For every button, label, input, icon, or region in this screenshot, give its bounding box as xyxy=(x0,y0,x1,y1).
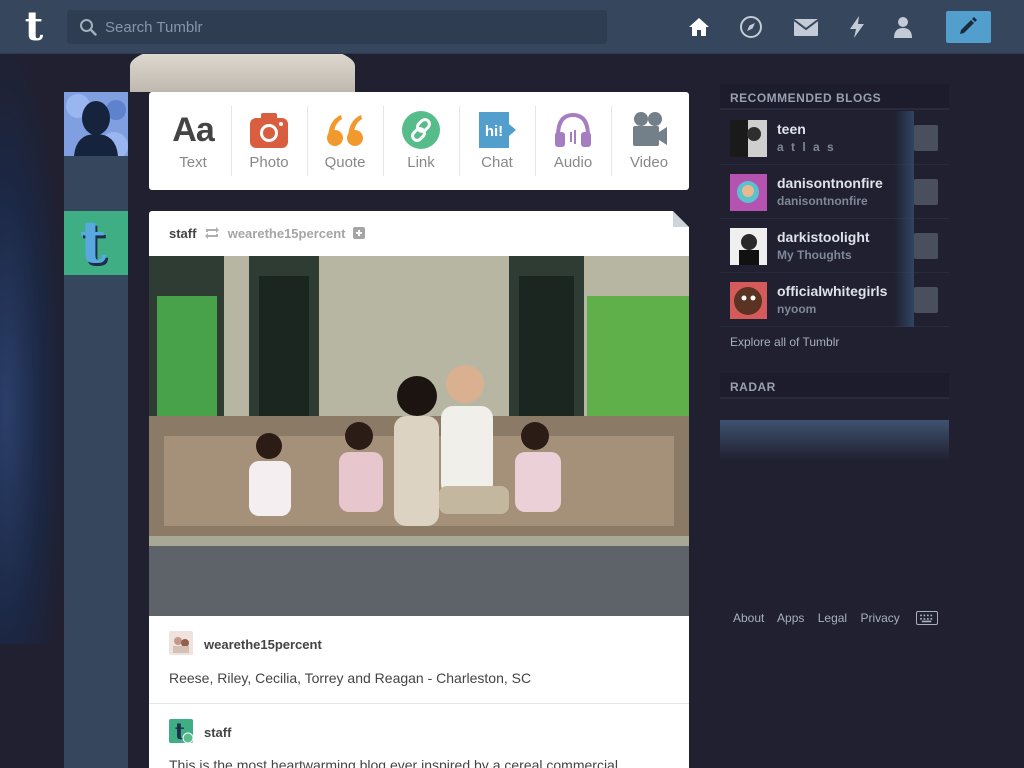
post-type-label: Text xyxy=(179,154,207,171)
post-type-label: Audio xyxy=(553,154,593,171)
footer-link-privacy[interactable]: Privacy xyxy=(860,611,899,625)
reblog-blog-name[interactable]: wearethe15percent xyxy=(204,637,322,652)
wearethe15percent-avatar[interactable] xyxy=(169,631,193,655)
text-icon: Aa xyxy=(172,111,214,149)
radar-content[interactable] xyxy=(720,420,949,460)
account-icon[interactable] xyxy=(891,15,915,39)
recommended-blog-name: darkistoolight xyxy=(777,229,870,245)
headphones-icon xyxy=(555,112,591,147)
post-type-label: Video xyxy=(629,154,669,171)
reblog-icon xyxy=(205,227,220,239)
recommended-blog-item[interactable]: darkistoolight My Thoughts xyxy=(720,219,949,273)
camera-icon xyxy=(250,113,288,148)
post-type-photo[interactable]: Photo xyxy=(231,106,307,178)
search-input[interactable] xyxy=(105,10,595,44)
post-type-link[interactable]: Link xyxy=(383,106,459,178)
link-icon xyxy=(402,111,440,149)
search-box[interactable] xyxy=(67,10,607,44)
activity-icon[interactable] xyxy=(845,15,869,39)
recommended-blog-subtitle: danisontnonfire xyxy=(777,194,868,208)
post-type-text[interactable]: Aa Text xyxy=(155,106,231,178)
recommended-blog-item[interactable]: danisontnonfire danisontnonfire xyxy=(720,165,949,219)
recommended-blog-subtitle: nyoom xyxy=(777,302,817,316)
post-fold-corner xyxy=(673,211,689,227)
footer-links: About Apps Legal Privacy xyxy=(733,611,910,625)
avatar-column xyxy=(64,92,128,768)
recommended-blog-subtitle: My Thoughts xyxy=(777,248,852,262)
background-photo xyxy=(0,54,64,644)
follow-button[interactable] xyxy=(914,125,938,151)
danisontnonfire-avatar xyxy=(730,174,767,211)
pencil-icon xyxy=(960,17,977,34)
user-avatar[interactable] xyxy=(64,92,128,156)
radar-title: RADAR xyxy=(720,373,949,399)
compose-button[interactable] xyxy=(946,11,991,43)
post-type-bar: Aa Text Photo Quote Link hi! Chat Audio … xyxy=(149,92,689,190)
post-header: staff wearethe15percent xyxy=(169,226,366,242)
tumblr-logo[interactable]: t xyxy=(14,6,54,48)
follow-button[interactable] xyxy=(914,233,938,259)
recommended-blog-item[interactable]: officialwhitegirls nyoom xyxy=(720,273,949,327)
post-type-quote[interactable]: Quote xyxy=(307,106,383,178)
darkistoolight-avatar xyxy=(730,228,767,265)
search-icon xyxy=(80,19,97,36)
post-divider xyxy=(149,703,689,704)
explore-icon[interactable] xyxy=(739,15,763,39)
follow-button[interactable] xyxy=(914,179,938,205)
recommended-blogs-title: RECOMMENDED BLOGS xyxy=(720,84,949,110)
staff-avatar[interactable]: t t xyxy=(64,211,128,275)
staff-blog-name[interactable]: staff xyxy=(204,725,231,740)
keyboard-icon[interactable] xyxy=(916,611,938,625)
user-avatar-image xyxy=(64,92,128,156)
home-icon[interactable] xyxy=(687,15,711,39)
video-camera-icon xyxy=(633,112,667,146)
svg-text:t: t xyxy=(80,211,107,275)
explore-link[interactable]: Explore all of Tumblr xyxy=(730,335,839,349)
quote-icon xyxy=(327,115,363,146)
post-author[interactable]: staff xyxy=(169,226,196,241)
svg-text:hi!: hi! xyxy=(485,123,503,140)
post-type-label: Link xyxy=(407,154,435,171)
recommended-blog-name: danisontnonfire xyxy=(777,175,883,191)
post-type-label: Photo xyxy=(249,154,289,171)
recommended-blog-name: officialwhitegirls xyxy=(777,283,888,299)
teen-avatar xyxy=(730,120,767,157)
post-type-label: Chat xyxy=(481,154,513,171)
post-reblogged-from[interactable]: wearethe15percent xyxy=(228,226,346,241)
post-type-audio[interactable]: Audio xyxy=(535,106,611,178)
post-photo[interactable] xyxy=(149,256,689,616)
footer-link-legal[interactable]: Legal xyxy=(818,611,847,625)
recommended-blog-name: teen xyxy=(777,121,806,137)
post-caption: Reese, Riley, Cecilia, Torrey and Reagan… xyxy=(169,670,532,686)
post-type-label: Quote xyxy=(324,154,366,171)
post-type-video[interactable]: Video xyxy=(611,106,687,178)
staff-mini-avatar[interactable]: t xyxy=(169,719,193,743)
top-bar: t xyxy=(0,0,1024,54)
chat-icon: hi! xyxy=(479,112,516,148)
post-type-chat[interactable]: hi! Chat xyxy=(459,106,535,178)
footer-link-about[interactable]: About xyxy=(733,611,764,625)
officialwhitegirls-avatar xyxy=(730,282,767,319)
footer-link-apps[interactable]: Apps xyxy=(777,611,804,625)
follow-plus-icon[interactable] xyxy=(353,227,366,239)
staff-avatar-image: t t xyxy=(64,211,128,275)
follow-button[interactable] xyxy=(914,287,938,313)
post-body-text: This is the most heartwarming blog ever … xyxy=(169,757,618,768)
post-card: staff wearethe15percent wearethe15percen… xyxy=(149,211,689,768)
inbox-icon[interactable] xyxy=(793,15,819,39)
recommended-blog-subtitle: a t l a s xyxy=(777,140,836,154)
recommended-blog-item[interactable]: teen a t l a s xyxy=(720,111,949,165)
